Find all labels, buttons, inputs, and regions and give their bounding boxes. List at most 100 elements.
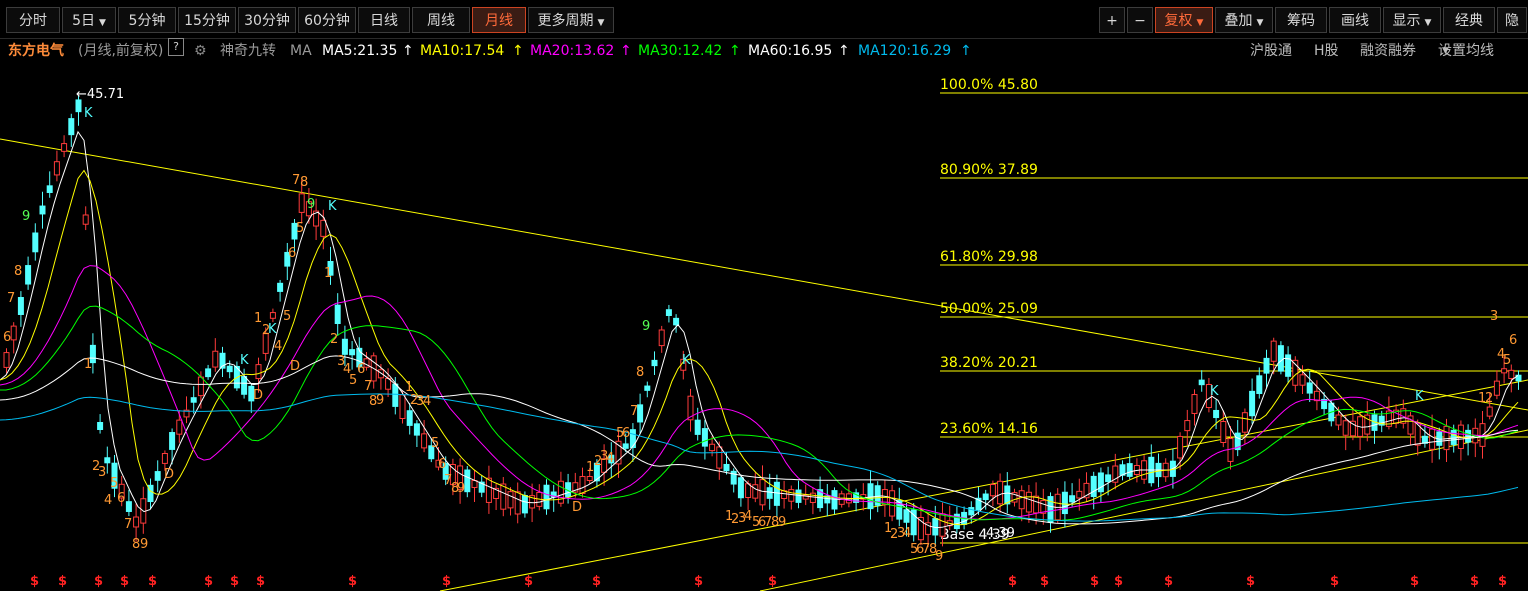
candle (212, 350, 219, 368)
fib-label: 38.20% 20.21 (940, 355, 1038, 371)
signal-marker: $ (1470, 574, 1479, 589)
nine-turn-label: 5 (283, 309, 291, 324)
tab-daily[interactable]: 日线 (358, 7, 410, 33)
candle (190, 397, 197, 403)
nine-turn-label: 2 (1485, 391, 1493, 406)
hide-button[interactable]: 隐 (1497, 7, 1527, 33)
stock-name[interactable]: 东方电气 (8, 38, 64, 64)
candle (622, 443, 629, 449)
tab-fenshi[interactable]: 分时 (6, 7, 60, 33)
candle (1198, 379, 1205, 386)
candle (133, 516, 140, 528)
candle (1227, 438, 1234, 462)
signal-marker: $ (58, 574, 67, 589)
signal-marker: $ (1164, 574, 1173, 589)
candle (226, 365, 233, 373)
nine-turn-label: 7 (630, 404, 638, 419)
more-periods-dropdown[interactable]: 更多周期 ▼ (528, 7, 614, 33)
candle (205, 368, 212, 378)
candle (759, 479, 766, 506)
nine-turn-label: K (84, 106, 93, 121)
candle (61, 143, 68, 152)
signal-marker: $ (1114, 574, 1123, 589)
ma20-value: MA20:13.62 (530, 43, 615, 59)
nine-turn-label: 8 (636, 365, 644, 380)
candle (341, 338, 348, 355)
chips-button[interactable]: 筹码 (1275, 7, 1327, 33)
ma30-value: MA30:12.42 (638, 43, 723, 59)
candle (169, 432, 176, 450)
candle (795, 489, 802, 503)
classic-button[interactable]: 经典 (1443, 7, 1495, 33)
candle (1342, 420, 1349, 436)
candle (1033, 495, 1040, 514)
candle (867, 483, 874, 510)
overlay-dropdown[interactable]: 叠加 ▼ (1215, 7, 1273, 33)
nine-turn-label: 4 (423, 394, 431, 409)
gear-icon[interactable]: ⚙ (194, 38, 207, 64)
nine-turn-label: 9 (307, 197, 315, 212)
adjust-dropdown[interactable]: 复权 ▼ (1155, 7, 1213, 33)
nine-turn-label: 4 (903, 526, 911, 541)
zoom-in-button[interactable]: + (1099, 7, 1125, 33)
candle (514, 491, 521, 515)
candle (413, 423, 420, 436)
candle (334, 304, 341, 325)
nine-turn-label: K (240, 353, 249, 368)
candle (255, 364, 262, 380)
signal-marker: $ (148, 574, 157, 589)
nine-turn-label: K (1415, 389, 1424, 404)
link-shanghai-connect[interactable]: 沪股通 (1250, 38, 1292, 64)
fib-label: 23.60% 14.16 (940, 421, 1038, 437)
nine-turn-label: 9 (376, 393, 384, 408)
candle (1450, 429, 1457, 445)
tab-5min[interactable]: 5分钟 (118, 7, 176, 33)
ma5-line (0, 130, 1519, 529)
tab-weekly[interactable]: 周线 (412, 7, 470, 33)
zoom-out-button[interactable]: − (1127, 7, 1153, 33)
tab-monthly[interactable]: 月线 (472, 7, 526, 33)
signal-marker: $ (768, 574, 777, 589)
kline-chart[interactable]: 100.0% 45.8080.90% 37.8961.80% 29.9850.0… (0, 64, 1528, 591)
candle (1508, 369, 1515, 379)
candle (399, 394, 406, 420)
ma30-arrow: ↑ (729, 43, 741, 59)
draw-line-button[interactable]: 画线 (1329, 7, 1381, 33)
candle (32, 232, 39, 253)
candle (1313, 390, 1320, 402)
ma120-value: MA120:16.29 (858, 43, 952, 59)
nine-turn-label: 9 (140, 537, 148, 552)
ma-label: MA (290, 43, 312, 59)
candle (104, 457, 111, 464)
link-margin-trading[interactable]: 融资融券 (1360, 38, 1416, 64)
candle (1277, 345, 1284, 372)
candle (320, 219, 327, 237)
signal-marker: $ (1040, 574, 1049, 589)
candle (406, 410, 413, 426)
candle (1213, 409, 1220, 419)
display-dropdown[interactable]: 显示 ▼ (1383, 7, 1441, 33)
tab-30min[interactable]: 30分钟 (238, 7, 296, 33)
tab-60min[interactable]: 60分钟 (298, 7, 356, 33)
indicator-name[interactable]: 神奇九转 (220, 38, 276, 64)
nine-turn-label: K (682, 353, 691, 368)
nine-turn-label: 7 (7, 291, 15, 306)
candle (658, 329, 665, 347)
candle (637, 404, 644, 423)
candle (694, 419, 701, 435)
link-h-share[interactable]: H股 (1314, 38, 1339, 64)
candle (53, 161, 60, 176)
candle (723, 463, 730, 472)
candle (1004, 485, 1011, 505)
tab-5day[interactable]: 5日 ▼ (62, 7, 116, 33)
toolbar: 分时 5日 ▼ 5分钟 15分钟 30分钟 60分钟 日线 周线 月线 更多周期 ▼ + − 复权 ▼ 叠加 ▼ 筹… (0, 0, 1528, 39)
nine-turn-label: 9 (457, 481, 465, 496)
ma5-arrow: ↑ (402, 43, 414, 59)
ma60-value: MA60:16.95 (748, 43, 833, 59)
fib-label: 61.80% 29.98 (940, 249, 1038, 265)
tab-15min[interactable]: 15分钟 (178, 7, 236, 33)
low-price-label: 4.39 (986, 526, 1015, 541)
nine-turn-label: 6 (438, 457, 446, 472)
candle (1465, 429, 1472, 443)
nine-turn-label: 8 (300, 175, 308, 190)
